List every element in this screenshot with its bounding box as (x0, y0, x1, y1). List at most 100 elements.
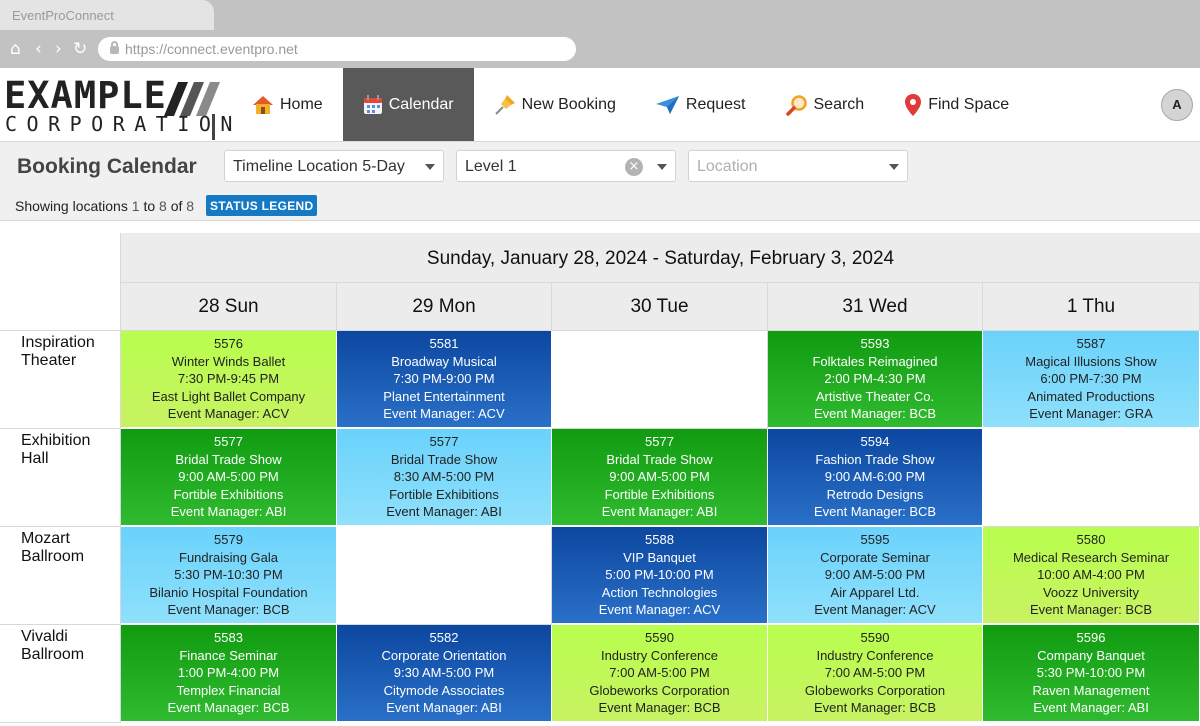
pushpin-icon (494, 94, 515, 115)
booking-manager: Event Manager: BCB (813, 504, 937, 520)
booking-card[interactable]: 5590 Industry Conference 7:00 AM-5:00 PM Gl… (768, 625, 983, 723)
booking-card[interactable]: 5588 VIP Banquet 5:00 PM-10:00 PM Action Te… (552, 527, 768, 625)
location-label[interactable]: Exhibition Hall (0, 429, 121, 527)
booking-id: 5583 (214, 630, 243, 645)
day-header: 28 Sun (121, 283, 337, 331)
nav-home-label: Home (280, 95, 323, 113)
booking-event: Corporate Orientation (381, 647, 507, 663)
booking-client: Planet Entertainment (383, 388, 505, 404)
booking-card[interactable]: 5595 Corporate Seminar 9:00 AM-5:00 PM Air … (768, 527, 983, 625)
nav-calendar[interactable]: Calendar (342, 68, 474, 141)
booking-client: Fortible Exhibitions (173, 486, 284, 502)
company-logo[interactable]: EXAMPLE CORPORATION (4, 74, 232, 140)
location-label[interactable]: Inspiration Theater (0, 331, 121, 429)
location-select-placeholder: Location (697, 158, 758, 175)
booking-id: 5587 (1076, 336, 1106, 351)
booking-client: Bilanio Hospital Foundation (149, 584, 308, 600)
showing-total: 8 (186, 198, 195, 214)
showing-to: 8 (159, 198, 167, 214)
booking-id: 5580 (1076, 532, 1106, 547)
booking-manager: Event Manager: ACV (598, 602, 721, 618)
booking-time: 1:00 PM-4:00 PM (177, 665, 280, 681)
booking-card[interactable]: 5596 Company Banquet 5:30 PM-10:00 PM Raven… (983, 625, 1200, 723)
home-icon[interactable]: ⌂ (10, 40, 21, 58)
empty-slot[interactable] (337, 527, 552, 625)
booking-client: Artistive Theater Co. (815, 388, 935, 404)
location-label[interactable]: Vivaldi Ballroom (0, 625, 121, 723)
magnifier-icon (785, 94, 807, 116)
booking-client: East Light Ballet Company (151, 388, 306, 404)
address-bar: ⌂ ‹ › ↻ https://connect.eventpro.net (0, 30, 1200, 68)
booking-manager: Event Manager: ACV (167, 406, 290, 422)
booking-card[interactable]: 5581 Broadway Musical 7:30 PM-9:00 PM Plane… (337, 331, 552, 429)
logo-line-1: EXAMPLE (4, 74, 167, 117)
clear-icon[interactable]: × (625, 158, 643, 176)
booking-card[interactable]: 5594 Fashion Trade Show 9:00 AM-6:00 PM Ret… (768, 429, 983, 527)
nav-find-space-label: Find Space (928, 95, 1010, 113)
booking-time: 2:00 PM-4:30 PM (824, 371, 926, 387)
booking-card[interactable]: 5579 Fundraising Gala 5:30 PM-10:30 PM Bila… (121, 527, 337, 625)
booking-manager: Event Manager: ACV (814, 602, 936, 618)
booking-time: 5:30 PM-10:00 PM (1036, 665, 1146, 681)
booking-time: 9:00 AM-5:00 PM (824, 567, 926, 583)
nav-search-label: Search (813, 95, 865, 113)
status-legend-button[interactable]: STATUS LEGEND (206, 195, 318, 216)
url-field[interactable]: https://connect.eventpro.net (98, 37, 576, 61)
booking-id: 5593 (860, 336, 890, 351)
booking-id: 5577 (429, 434, 459, 449)
booking-card[interactable]: 5577 Bridal Trade Show 9:00 AM-5:00 PM Fort… (552, 429, 768, 527)
booking-event: VIP Banquet (623, 549, 696, 565)
forward-icon[interactable]: › (55, 40, 62, 58)
view-select-value: Timeline Location 5-Day (233, 158, 405, 175)
logo-line-2: CORPORATION (5, 112, 242, 136)
booking-event: Company Banquet (1037, 647, 1145, 663)
booking-card[interactable]: 5590 Industry Conference 7:00 AM-5:00 PM Gl… (552, 625, 768, 723)
nav-search[interactable]: Search (766, 68, 885, 141)
booking-time: 7:00 AM-5:00 PM (824, 665, 926, 681)
booking-time: 9:30 AM-5:00 PM (393, 665, 495, 681)
browser-tab[interactable]: EventProConnect (0, 0, 214, 30)
booking-card[interactable]: 5582 Corporate Orientation 9:30 AM-5:00 PM… (337, 625, 552, 723)
paper-plane-icon (655, 95, 679, 114)
booking-event: Industry Conference (816, 647, 934, 663)
booking-client: Retrodo Designs (826, 486, 924, 502)
booking-id: 5579 (214, 532, 243, 547)
nav-home[interactable]: Home (232, 68, 343, 141)
booking-time: 6:00 PM-7:30 PM (1040, 371, 1142, 387)
booking-manager: Event Manager: BCB (167, 700, 290, 716)
reload-icon[interactable]: ↻ (73, 40, 87, 58)
booking-event: Broadway Musical (391, 353, 497, 369)
booking-event: Magical Illusions Show (1025, 353, 1157, 369)
nav-new-booking-label: New Booking (521, 95, 616, 113)
booking-card[interactable]: 5587 Magical Illusions Show 6:00 PM-7:30 P… (983, 331, 1200, 429)
showing-prefix: Showing locations (15, 198, 128, 214)
page-title: Booking Calendar (17, 155, 197, 178)
view-select[interactable]: Timeline Location 5-Day (224, 150, 444, 182)
empty-slot[interactable] (983, 429, 1200, 527)
booking-manager: Event Manager: GRA (1029, 406, 1153, 422)
booking-time: 7:00 AM-5:00 PM (609, 665, 710, 681)
booking-id: 5594 (860, 434, 890, 449)
booking-card[interactable]: 5583 Finance Seminar 1:00 PM-4:00 PM Temple… (121, 625, 337, 723)
nav-new-booking[interactable]: New Booking (474, 68, 636, 141)
booking-id: 5576 (214, 336, 243, 351)
booking-client: Templex Financial (176, 682, 281, 698)
booking-card[interactable]: 5580 Medical Research Seminar 10:00 AM-4:0… (983, 527, 1200, 625)
nav-request[interactable]: Request (636, 68, 766, 141)
booking-card[interactable]: 5576 Winter Winds Ballet 7:30 PM-9:45 PM Ea… (121, 331, 337, 429)
booking-card[interactable]: 5577 Bridal Trade Show 9:00 AM-5:00 PM Fort… (121, 429, 337, 527)
booking-card[interactable]: 5577 Bridal Trade Show 8:30 AM-5:00 PM Fort… (337, 429, 552, 527)
location-label[interactable]: Mozart Ballroom (0, 527, 121, 625)
booking-client: Voozz University (1042, 584, 1140, 600)
nav-find-space[interactable]: Find Space (884, 68, 1029, 141)
booking-card[interactable]: 5593 Folktales Reimagined 2:00 PM-4:30 PM A… (768, 331, 983, 429)
back-icon[interactable]: ‹ (35, 40, 42, 58)
calendar-corner (0, 233, 121, 331)
location-select[interactable]: Location (688, 150, 908, 182)
booking-manager: Event Manager: BCB (167, 602, 290, 618)
booking-id: 5577 (214, 434, 243, 449)
user-avatar[interactable]: A (1161, 89, 1193, 121)
empty-slot[interactable] (552, 331, 768, 429)
level-select[interactable]: Level 1 × (456, 150, 676, 182)
booking-manager: Event Manager: ABI (386, 700, 502, 716)
